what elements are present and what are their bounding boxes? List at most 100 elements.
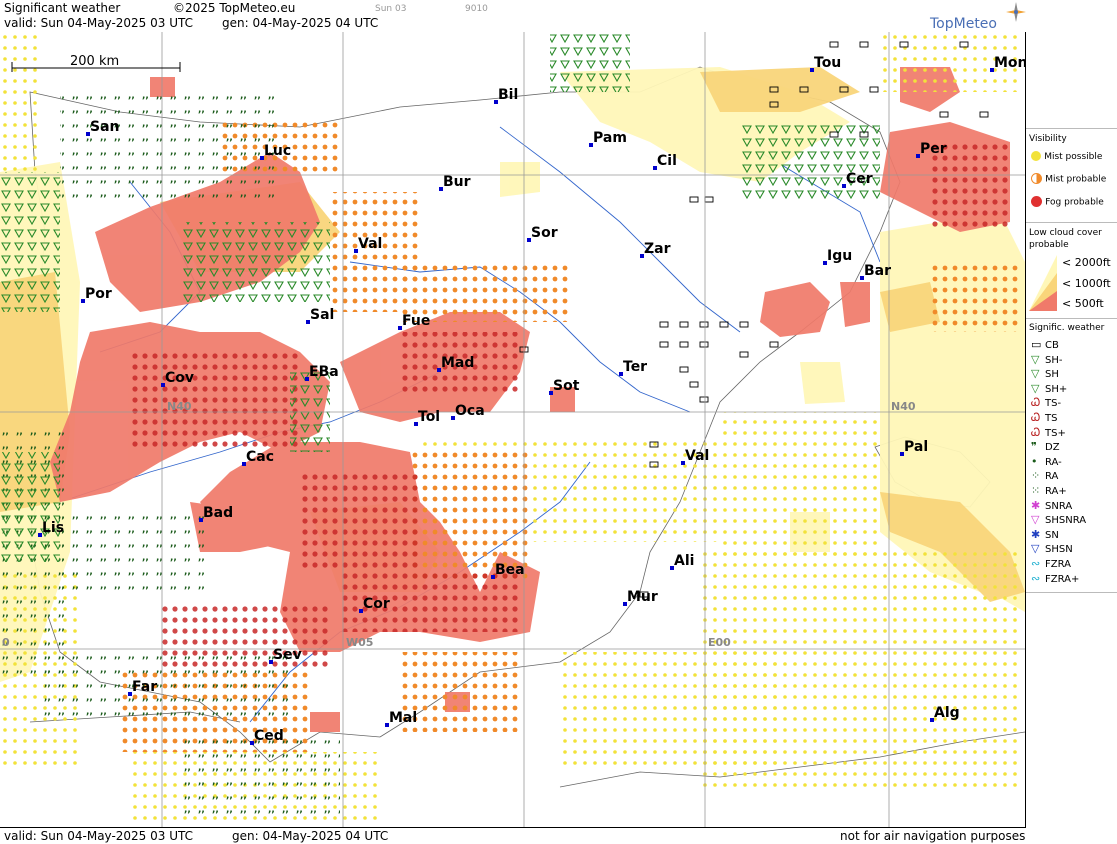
city-label: Cov xyxy=(165,370,194,386)
city-label: Sal xyxy=(310,307,334,323)
city-marker[interactable]: EBa xyxy=(305,364,339,381)
city-marker[interactable]: Tou xyxy=(810,55,841,72)
legend-divider xyxy=(1026,592,1117,593)
header-small-a: Sun 03 xyxy=(375,4,407,14)
legend-sigwx-item: ▽ SH+ xyxy=(1031,382,1067,395)
city-marker[interactable]: Sev xyxy=(269,647,302,664)
footer-generated-time: gen: 04-May-2025 04 UTC xyxy=(232,829,389,843)
mist-possible-swatch-icon xyxy=(1031,151,1041,161)
city-label: Oca xyxy=(455,403,485,419)
legend-sigwx-title: Signific. weather xyxy=(1029,323,1105,333)
sigwx-symbol-icon: ❞ xyxy=(1031,440,1037,454)
city-marker[interactable]: Ter xyxy=(619,359,647,376)
city-marker[interactable]: Mad xyxy=(437,355,474,372)
city-marker[interactable]: Cer xyxy=(842,171,873,188)
city-marker[interactable]: Por xyxy=(81,286,112,303)
sigwx-label: DZ xyxy=(1045,442,1060,454)
sigwx-symbol-icon: ∾ xyxy=(1031,557,1041,570)
legend-lc-2000: < 2000ft xyxy=(1062,256,1111,269)
legend-sigwx-item: ∾ FZRA+ xyxy=(1031,572,1079,585)
city-marker[interactable]: Oca xyxy=(451,403,485,420)
cb-cloud-icon xyxy=(979,111,989,118)
city-marker[interactable]: Ced xyxy=(250,728,284,745)
city-marker[interactable]: Alg xyxy=(930,705,960,722)
city-marker[interactable]: Tol xyxy=(414,409,440,426)
city-marker[interactable]: San xyxy=(86,119,120,136)
city-marker[interactable]: Cac xyxy=(242,449,274,466)
grid-label-n40-left: N40 xyxy=(167,400,192,413)
compass-logo-icon xyxy=(1006,2,1026,22)
city-marker[interactable]: Bar xyxy=(860,263,891,280)
city-label: Bad xyxy=(203,505,233,521)
city-marker[interactable]: Val xyxy=(681,448,709,465)
city-marker[interactable]: Mal xyxy=(385,710,417,727)
city-marker[interactable]: Luc xyxy=(260,143,291,160)
city-label: Igu xyxy=(827,248,852,264)
legend-panel: Visibility Mist possible Mist probable F… xyxy=(1026,0,1117,843)
city-marker[interactable]: Bur xyxy=(439,174,471,191)
city-marker[interactable]: Bil xyxy=(494,87,518,104)
city-label: EBa xyxy=(309,364,339,380)
legend-sigwx-item: ⁙ RA+ xyxy=(1031,484,1067,497)
city-marker[interactable]: Per xyxy=(916,141,947,158)
city-label: Pal xyxy=(904,439,928,455)
sigwx-label: RA+ xyxy=(1045,486,1067,497)
sigwx-label: FZRA+ xyxy=(1045,573,1080,585)
sigwx-symbol-icon: ▽ xyxy=(1031,352,1040,366)
sigwx-label: TS xyxy=(1045,413,1058,424)
footer-valid-time: valid: Sun 04-May-2025 03 UTC xyxy=(4,829,193,843)
city-marker[interactable]: Mur xyxy=(623,589,658,606)
sigwx-label: FZRA xyxy=(1045,559,1071,570)
sigwx-symbol-icon: ▭ xyxy=(1031,338,1042,351)
city-marker[interactable]: Bea xyxy=(491,562,525,579)
cb-cloud-icon xyxy=(739,321,749,328)
city-marker[interactable]: Lis xyxy=(38,520,64,537)
legend-lc-1000: < 1000ft xyxy=(1062,277,1111,290)
city-label: Fue xyxy=(402,313,430,329)
city-label: Pam xyxy=(593,130,627,146)
city-label: Val xyxy=(358,236,382,252)
weather-map[interactable]: ,, xyxy=(0,32,1026,827)
city-marker[interactable]: Val xyxy=(354,236,382,253)
city-marker[interactable]: Sor xyxy=(527,225,558,242)
city-marker[interactable]: Pam xyxy=(589,130,627,147)
city-marker[interactable]: Pal xyxy=(900,439,928,456)
city-marker[interactable]: Sot xyxy=(549,378,580,395)
legend-lc-500: < 500ft xyxy=(1062,297,1104,310)
city-marker[interactable]: Zar xyxy=(640,241,671,258)
city-marker[interactable]: Igu xyxy=(823,248,852,265)
city-marker[interactable]: Sal xyxy=(306,307,334,324)
city-label: Mon xyxy=(994,55,1025,71)
city-marker[interactable]: Ali xyxy=(670,553,694,570)
legend-divider xyxy=(1026,222,1117,223)
city-marker[interactable]: Cor xyxy=(359,596,390,613)
legend-sigwx-item: ❞ DZ xyxy=(1031,440,1060,453)
legend-sigwx-item: ▭ CB xyxy=(1031,338,1059,351)
city-marker[interactable]: Far xyxy=(128,679,157,696)
city-marker[interactable]: Cil xyxy=(653,153,677,170)
sigwx-symbol-icon: ⁘ xyxy=(1031,469,1041,483)
legend-sigwx-item: Ꮗ TS- xyxy=(1031,396,1061,410)
legend-sigwx-item: ✱ SNRA xyxy=(1031,499,1072,512)
legend-fog-probable: Fog probable xyxy=(1031,196,1104,208)
city-marker[interactable]: Fue xyxy=(398,313,430,330)
city-label: Mal xyxy=(389,710,417,726)
city-marker[interactable]: Cov xyxy=(161,370,194,387)
cb-cloud-icon xyxy=(739,351,749,358)
cb-cloud-icon xyxy=(659,341,669,348)
header-generated-time: gen: 04-May-2025 04 UTC xyxy=(222,16,379,30)
sigwx-label: SH- xyxy=(1045,354,1063,366)
sigwx-symbol-icon: ✱ xyxy=(1031,498,1041,512)
sigwx-label: SH+ xyxy=(1045,383,1068,395)
legend-low-cloud-title: Low cloud cover probable xyxy=(1029,228,1102,250)
city-label: Far xyxy=(132,679,157,695)
map-canvas[interactable]: ,, xyxy=(0,32,1025,827)
cb-cloud-icon xyxy=(699,321,709,328)
legend-mist-probable: Mist probable xyxy=(1031,173,1106,185)
city-marker[interactable]: Bad xyxy=(199,505,233,522)
cb-cloud-icon xyxy=(679,341,689,348)
cb-cloud-icon xyxy=(679,366,689,373)
city-label: Tou xyxy=(814,55,841,71)
city-label: Bea xyxy=(495,562,525,578)
city-marker[interactable]: Mon xyxy=(990,55,1025,72)
